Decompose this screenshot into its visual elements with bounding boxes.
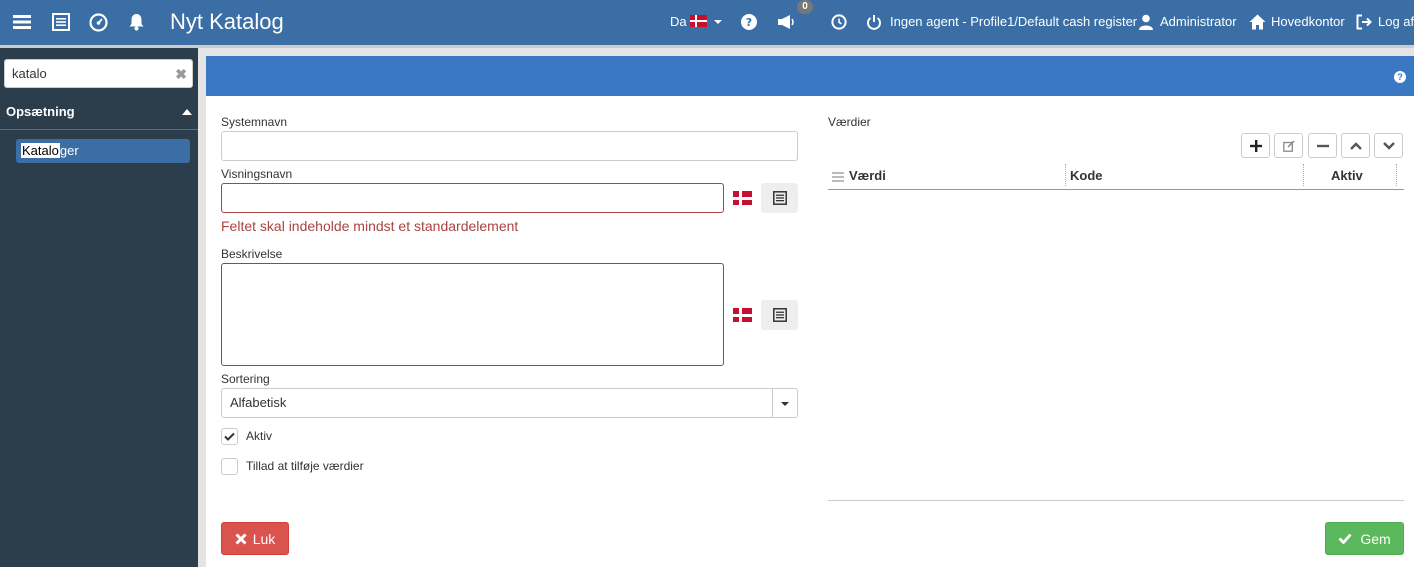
checkmark-icon <box>1338 533 1352 544</box>
tillad-checkbox[interactable] <box>221 458 238 475</box>
sortering-label: Sortering <box>221 372 270 386</box>
sortering-value: Alfabetisk <box>230 395 287 410</box>
values-table-header: Værdi Kode Aktiv <box>828 160 1404 190</box>
panel-help-icon[interactable]: ? <box>1394 71 1406 83</box>
chevron-up-icon <box>1349 141 1362 150</box>
save-button[interactable]: Gem <box>1325 522 1404 555</box>
chevron-down-icon <box>1382 141 1395 150</box>
bell-icon[interactable] <box>126 12 146 32</box>
power-icon[interactable] <box>864 12 884 32</box>
main-area: ? Systemnavn Visningsnavn Feltet skal in… <box>198 45 1414 567</box>
translations-button[interactable] <box>761 300 798 330</box>
agent-status[interactable]: Ingen agent - Profile1/Default cash regi… <box>890 14 1137 29</box>
aktiv-label: Aktiv <box>246 429 273 443</box>
edit-value-button[interactable] <box>1274 133 1303 158</box>
page-title: Nyt Katalog <box>170 9 284 34</box>
values-table-footer-line <box>828 500 1404 501</box>
list-icon[interactable] <box>51 12 71 32</box>
megaphone-icon[interactable] <box>777 12 797 32</box>
column-header-kode[interactable]: Kode <box>1070 168 1103 183</box>
user-icon <box>1136 12 1156 32</box>
logout-icon <box>1354 12 1374 32</box>
svg-text:?: ? <box>746 16 752 29</box>
top-bar: Nyt Katalog Da ? 0 Ingen agent - Profile… <box>0 0 1414 45</box>
notification-badge: 0 <box>797 0 813 14</box>
column-divider <box>1303 164 1304 186</box>
sortering-select[interactable]: Alfabetisk <box>221 388 798 418</box>
visningsnavn-input[interactable] <box>221 183 724 213</box>
visningsnavn-label: Visningsnavn <box>221 167 293 181</box>
systemnavn-label: Systemnavn <box>221 115 288 129</box>
dashboard-icon[interactable] <box>88 12 108 32</box>
sidebar-item-label: ger <box>59 143 79 158</box>
aktiv-checkbox[interactable] <box>221 428 238 445</box>
checkmark-icon <box>224 432 235 441</box>
panel-header: ? <box>206 56 1414 96</box>
systemnavn-input[interactable] <box>221 131 798 161</box>
danish-flag-icon <box>690 15 708 27</box>
office-menu[interactable]: Hovedkontor <box>1271 14 1345 29</box>
search-highlight: Katalo <box>21 143 60 158</box>
sidebar-search: ✖ <box>4 59 193 88</box>
sidebar: ✖ Opsætning Kataloger <box>0 45 198 567</box>
language-selector[interactable]: Da <box>670 14 722 29</box>
visningsnavn-error: Feltet skal indeholde mindst et standard… <box>221 218 519 234</box>
sidebar-section-label: Opsætning <box>6 104 75 119</box>
danish-flag-icon[interactable] <box>733 308 752 322</box>
select-divider <box>772 389 773 417</box>
home-icon <box>1247 12 1267 32</box>
plus-icon <box>1249 139 1262 152</box>
clock-icon[interactable] <box>829 12 849 32</box>
edit-icon <box>1282 139 1295 152</box>
close-icon <box>235 532 247 545</box>
save-button-label: Gem <box>1360 530 1391 547</box>
column-header-vaerdi[interactable]: Værdi <box>849 168 886 183</box>
beskrivelse-label: Beskrivelse <box>221 247 283 261</box>
sidebar-item-kataloger[interactable]: Kataloger <box>16 139 190 163</box>
list-icon <box>772 308 787 322</box>
hamburger-menu-icon[interactable] <box>12 12 32 32</box>
values-title: Værdier <box>828 115 871 129</box>
drag-handle-icon <box>832 170 844 185</box>
caret-down-icon <box>781 402 789 406</box>
collapse-caret-icon <box>182 109 192 115</box>
minus-icon <box>1316 144 1329 147</box>
catalog-form-panel: ? Systemnavn Visningsnavn Feltet skal in… <box>206 56 1414 567</box>
language-label: Da <box>670 14 687 29</box>
translations-button[interactable] <box>761 183 798 213</box>
danish-flag-icon[interactable] <box>733 191 752 205</box>
beskrivelse-textarea[interactable] <box>221 263 724 366</box>
close-button-label: Luk <box>252 530 276 547</box>
logout-link[interactable]: Log af <box>1378 14 1414 29</box>
list-icon <box>772 191 787 205</box>
close-button[interactable]: Luk <box>221 522 289 555</box>
move-down-button[interactable] <box>1374 133 1403 158</box>
tillad-label: Tillad at tilføje værdier <box>246 459 364 473</box>
user-menu[interactable]: Administrator <box>1160 14 1237 29</box>
move-up-button[interactable] <box>1341 133 1370 158</box>
chevron-down-icon <box>713 20 722 24</box>
clear-search-icon[interactable]: ✖ <box>175 66 187 83</box>
column-divider <box>1065 164 1066 186</box>
help-icon[interactable]: ? <box>739 12 759 32</box>
sidebar-section-header[interactable]: Opsætning <box>0 102 198 130</box>
add-value-button[interactable] <box>1241 133 1270 158</box>
column-divider <box>1396 164 1397 186</box>
column-header-aktiv[interactable]: Aktiv <box>1331 168 1363 183</box>
remove-value-button[interactable] <box>1308 133 1337 158</box>
search-input[interactable] <box>5 60 165 87</box>
